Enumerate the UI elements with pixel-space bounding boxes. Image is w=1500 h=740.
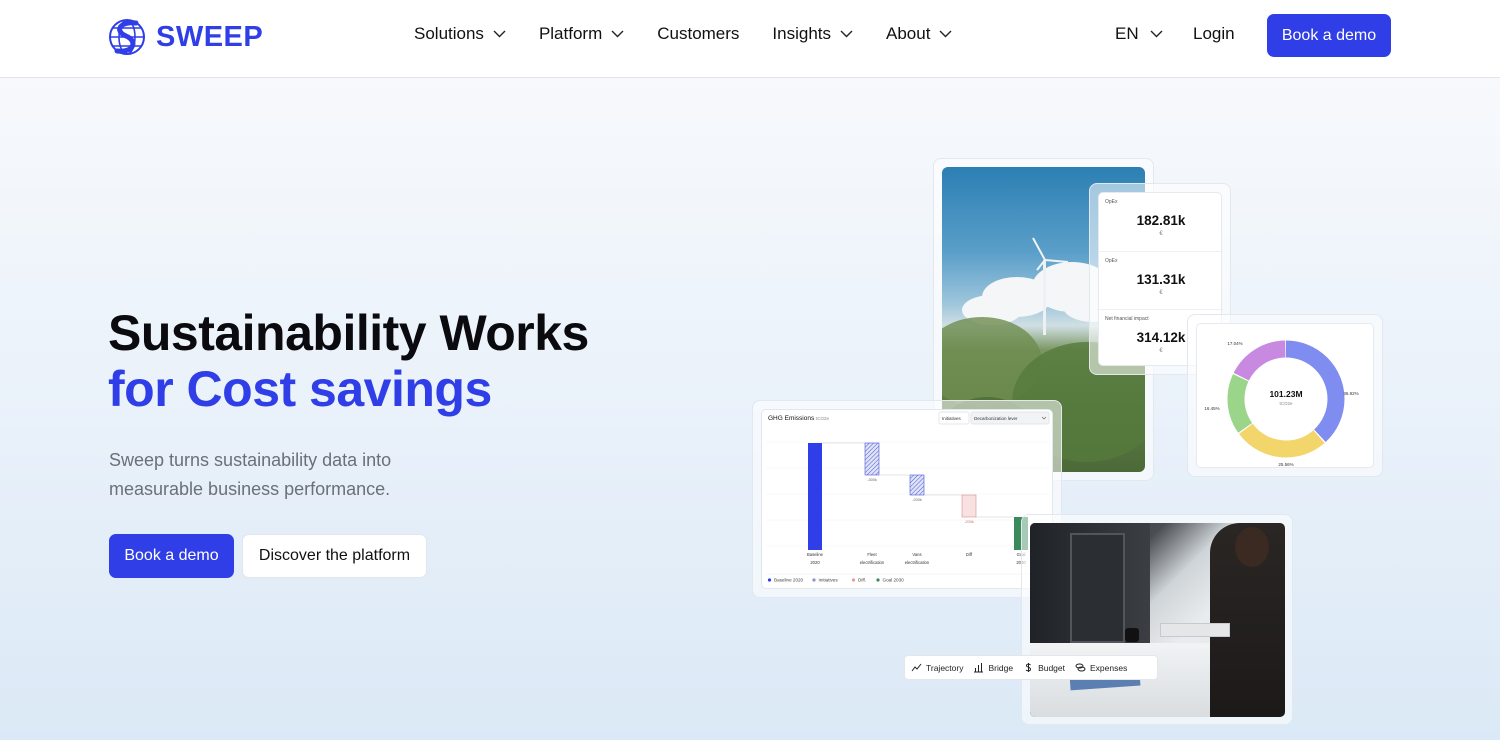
header-book-demo-button[interactable]: Book a demo — [1267, 14, 1391, 57]
hero-subtitle: Sweep turns sustainability data into mea… — [109, 450, 392, 499]
bar-delta-label: -200k — [964, 520, 974, 524]
nav-item-label: Insights — [772, 24, 832, 43]
kpi-value: 131.31k — [1136, 272, 1186, 287]
legend-label: Initiatives — [819, 578, 839, 583]
coins-icon — [1075, 663, 1086, 672]
tab-expenses[interactable]: Expenses — [1075, 662, 1127, 673]
tab-label: Trajectory — [926, 662, 964, 673]
bar-delta-label: -300k — [867, 478, 877, 482]
hero-title-line2: for Cost savings — [108, 361, 492, 417]
donut-label: 25.56% — [1278, 462, 1293, 467]
legend-swatch — [767, 578, 772, 582]
tab-label: Expenses — [1090, 662, 1128, 673]
kpi-unit: € — [1159, 290, 1163, 296]
analysis-tabs: Trajectory Bridge Budget Expenses — [904, 655, 1158, 680]
hero-book-demo-button[interactable]: Book a demo — [109, 534, 234, 578]
donut-label: 36.92% — [1343, 391, 1358, 396]
filter-label: Initiatives — [942, 416, 962, 421]
legend-label: Diff. — [858, 578, 866, 583]
bar-category-label: Baseline — [807, 552, 824, 557]
chevron-down-icon — [611, 30, 624, 38]
dollar-icon — [1025, 663, 1032, 672]
kpi-opex-1: OpEx 182.81k € — [1099, 193, 1223, 251]
bar-category-label: 2020 — [810, 560, 820, 565]
bar-category-label: electrification — [905, 560, 930, 565]
waterfall-bar — [961, 494, 977, 518]
brand-name: SWEEP — [156, 20, 264, 53]
chevron-down-icon — [840, 30, 853, 38]
tab-trajectory[interactable]: Trajectory — [911, 662, 963, 673]
donut-label: 17.04% — [1227, 341, 1242, 346]
bar-category-label: Fleet — [867, 552, 877, 557]
tab-label: Bridge — [988, 662, 1014, 673]
brand-logo[interactable]: SWEEP — [108, 11, 263, 63]
kpi-label: Net financial impact — [1105, 316, 1149, 322]
hero-title: Sustainability Works for Cost savings — [108, 305, 589, 417]
legend-swatch — [876, 578, 880, 582]
bar-category-label: Diff — [966, 552, 973, 557]
donut-center-value: 101.23M — [1269, 389, 1302, 399]
tab-bridge[interactable]: Bridge — [973, 662, 1013, 673]
chevron-down-icon — [939, 30, 952, 38]
office-worker-photo — [1030, 523, 1285, 717]
chevron-down-icon — [1150, 30, 1163, 38]
site-header: SWEEP Solutions Platform Customers Insig… — [0, 0, 1500, 78]
kpi-label: OpEx — [1105, 258, 1118, 264]
nav-item-label: Solutions — [414, 24, 484, 43]
bar-category-label: Vans — [912, 552, 921, 557]
donut-label: 16.45% — [1204, 406, 1219, 411]
nav-item-label: About — [886, 24, 931, 43]
kpi-unit: € — [1159, 231, 1163, 237]
tab-label: Budget — [1038, 662, 1066, 673]
legend-swatch — [851, 578, 856, 582]
nav-item-label: Customers — [657, 24, 740, 43]
nav-item-customers[interactable]: Customers — [657, 24, 739, 44]
waterfall-bar — [808, 443, 822, 550]
ghg-unit: tCO2e — [816, 416, 830, 421]
donut-center-unit: tCO2e — [1279, 401, 1293, 406]
bar-category-label: electrification — [860, 560, 885, 565]
ghg-title: GHG Emissions — [768, 415, 815, 422]
turbine-tower — [1043, 260, 1046, 335]
language-selector[interactable]: EN — [1115, 24, 1163, 44]
bar-chart-icon — [974, 663, 984, 673]
turbine-blades-icon — [1032, 237, 1069, 271]
login-link[interactable]: Login — [1193, 24, 1235, 44]
chevron-down-icon — [493, 30, 506, 38]
nav-item-label: Platform — [538, 24, 603, 43]
nav-item-about[interactable]: About — [886, 24, 952, 44]
nav-item-solutions[interactable]: Solutions — [414, 24, 506, 44]
kpi-opex-2: OpEx 131.31k € — [1099, 251, 1223, 309]
main-nav: Solutions Platform Customers Insights Ab… — [414, 24, 985, 44]
donut-chart: 101.23M tCO2e 36.92% 25.56% 16.45% 17.04… — [1204, 340, 1359, 467]
filter-value: Decarbonization lever — [974, 416, 1018, 421]
language-label: EN — [1115, 24, 1139, 43]
globe-logo-icon — [109, 19, 145, 55]
nav-item-insights[interactable]: Insights — [772, 24, 853, 44]
kpi-label: OpEx — [1105, 199, 1118, 205]
ghg-waterfall-chart: GHG Emissions tCO2e Initiatives Decarbon… — [766, 411, 1050, 583]
trajectory-icon — [911, 663, 922, 672]
ghg-emissions-card: GHG Emissions tCO2e Initiatives Decarbon… — [761, 409, 1053, 589]
legend-label: Baseline 2020 — [774, 578, 804, 583]
donut-card: 101.23M tCO2e 36.92% 25.56% 16.45% 17.04… — [1196, 323, 1374, 468]
bar-delta-label: -200k — [912, 498, 922, 502]
hero-title-line1: Sustainability Works — [108, 305, 589, 361]
nav-item-platform[interactable]: Platform — [539, 24, 624, 44]
waterfall-bar — [864, 442, 880, 476]
legend-swatch — [812, 578, 816, 582]
waterfall-bar — [909, 474, 925, 496]
tab-budget[interactable]: Budget — [1023, 662, 1065, 673]
kpi-value: 182.81k — [1136, 213, 1186, 228]
discover-platform-button[interactable]: Discover the platform — [242, 534, 427, 578]
legend-label: Goal 2030 — [883, 578, 905, 583]
